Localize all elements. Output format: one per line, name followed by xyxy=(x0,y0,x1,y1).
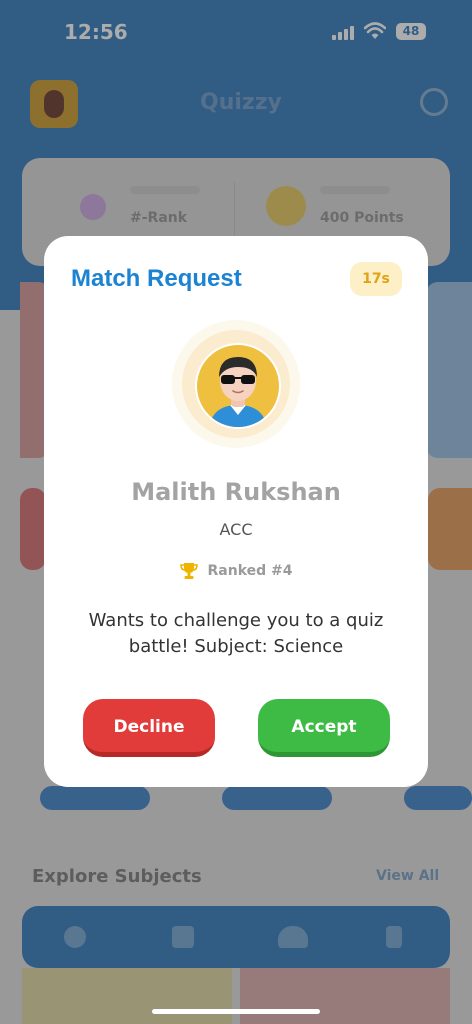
trophy-icon xyxy=(179,563,198,579)
accept-button[interactable]: Accept xyxy=(258,699,390,757)
challenge-message: Wants to challenge you to a quiz battle!… xyxy=(88,610,384,657)
player-name: Malith Rukshan xyxy=(131,478,341,506)
match-request-dialog: Match Request 17s Malith Rukshan ACC Ran… xyxy=(44,236,428,787)
dialog-title: Match Request xyxy=(71,265,242,292)
countdown-timer: 17s xyxy=(350,262,402,296)
decline-button[interactable]: Decline xyxy=(83,699,215,757)
player-avatar xyxy=(195,343,281,429)
player-rank: Ranked #4 xyxy=(44,562,428,580)
player-organization: ACC xyxy=(219,520,253,539)
rank-label: Ranked #4 xyxy=(207,563,293,579)
avatar-illustration xyxy=(209,357,267,427)
avatar-ring xyxy=(172,320,300,448)
avatar-ring-inner xyxy=(182,330,290,438)
home-indicator[interactable] xyxy=(152,1009,320,1014)
